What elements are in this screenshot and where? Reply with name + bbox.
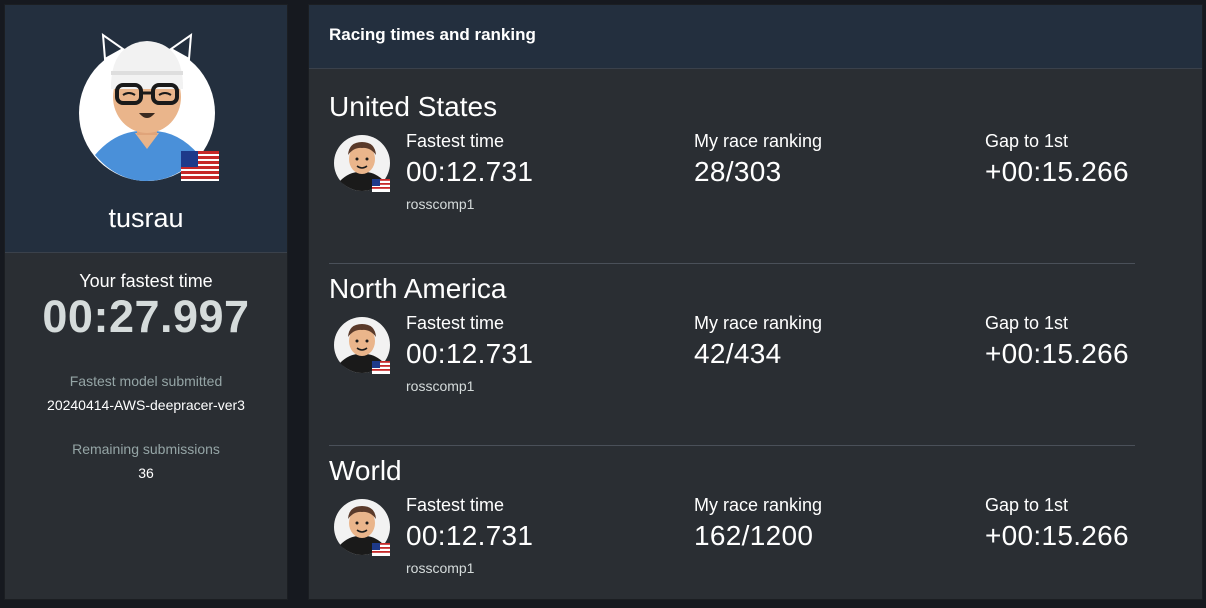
your-fastest-time-label: Your fastest time <box>79 271 213 291</box>
region-title: United States <box>329 91 498 122</box>
race-ranking-label: My race ranking <box>694 495 823 515</box>
fastest-time-column: Fastest time 00:12.731 rosscomp1 <box>406 313 533 394</box>
gap-label: Gap to 1st <box>985 313 1069 333</box>
gap-column: Gap to 1st +00:15.266 <box>985 131 1129 188</box>
ranking-section-world: World Fastest time 00:12.731 rosscomp1 M… <box>329 455 1135 608</box>
gap-column: Gap to 1st +00:15.266 <box>985 495 1129 552</box>
profile-header: tusrau <box>5 5 287 253</box>
fastest-time-value: 00:12.731 <box>406 520 534 551</box>
gap-value: +00:15.266 <box>985 520 1129 551</box>
fastest-model-value: 20240414-AWS-deepracer-ver3 <box>47 397 245 413</box>
fastest-time-value: 00:12.731 <box>406 156 534 187</box>
fastest-time-value: 00:12.731 <box>406 338 534 369</box>
fastest-time-label: Fastest time <box>406 495 505 515</box>
fastest-time-column: Fastest time 00:12.731 rosscomp1 <box>406 495 533 576</box>
race-ranking-value: 28/303 <box>694 156 782 187</box>
page-title: Racing times and ranking <box>329 25 536 44</box>
gap-value: +00:15.266 <box>985 338 1129 369</box>
section-divider <box>329 263 1135 264</box>
race-ranking-label: My race ranking <box>694 131 823 151</box>
fastest-time-column: Fastest time 00:12.731 rosscomp1 <box>406 131 533 212</box>
racer-avatar-icon <box>334 317 390 374</box>
fastest-time-label: Fastest time <box>406 131 505 151</box>
fastest-time-label: Fastest time <box>406 313 505 333</box>
racer-avatar-icon <box>334 135 390 192</box>
ranking-panel: Racing times and ranking United States F… <box>308 4 1203 600</box>
your-fastest-time-value: 00:27.997 <box>42 291 250 342</box>
racer-name: rosscomp1 <box>406 560 475 576</box>
gap-label: Gap to 1st <box>985 131 1069 151</box>
race-ranking-label: My race ranking <box>694 313 823 333</box>
race-ranking-column: My race ranking 162/1200 <box>694 495 822 552</box>
racer-avatar-icon <box>334 499 390 556</box>
region-title: World <box>329 455 402 486</box>
remaining-submissions-label: Remaining submissions <box>72 441 220 457</box>
gap-value: +00:15.266 <box>985 156 1129 187</box>
remaining-submissions-value: 36 <box>138 465 154 481</box>
ranking-section-us: United States Fastest time 00:12.731 ros… <box>329 91 1135 273</box>
region-title: North America <box>329 273 507 304</box>
race-ranking-value: 162/1200 <box>694 520 814 551</box>
us-flag-icon <box>181 151 219 181</box>
ranking-header: Racing times and ranking <box>309 5 1202 69</box>
section-divider <box>329 445 1135 446</box>
race-ranking-column: My race ranking 42/434 <box>694 313 822 370</box>
racer-name: rosscomp1 <box>406 378 475 394</box>
racer-name: rosscomp1 <box>406 196 475 212</box>
username: tusrau <box>108 203 184 233</box>
ranking-section-north-america: North America Fastest time 00:12.731 ros… <box>329 273 1135 455</box>
race-ranking-column: My race ranking 28/303 <box>694 131 822 188</box>
gap-label: Gap to 1st <box>985 495 1069 515</box>
race-ranking-value: 42/434 <box>694 338 782 369</box>
fastest-model-label: Fastest model submitted <box>69 373 223 389</box>
gap-column: Gap to 1st +00:15.266 <box>985 313 1129 370</box>
profile-panel: tusrau Your fastest time 00:27.997 Faste… <box>4 4 288 600</box>
